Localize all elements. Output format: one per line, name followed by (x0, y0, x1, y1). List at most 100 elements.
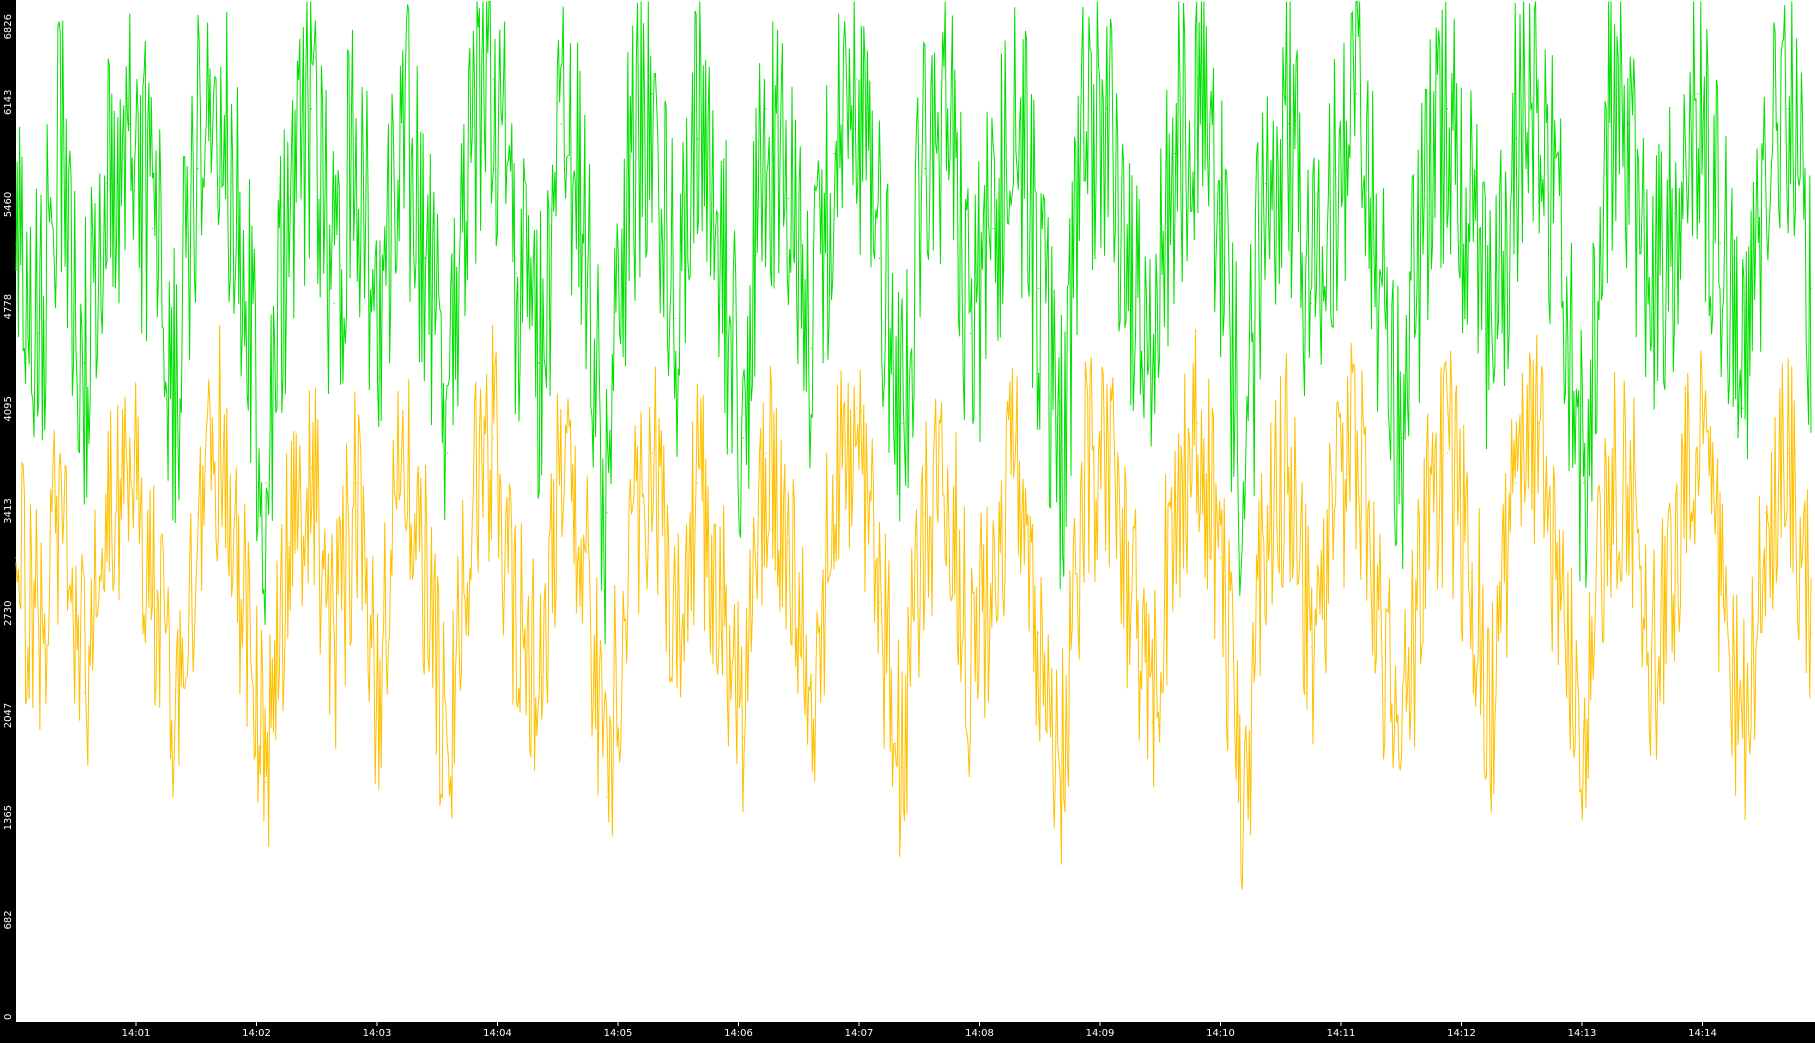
series-2-point (765, 452, 767, 454)
series-2-point (447, 751, 449, 754)
series-2-point (674, 662, 676, 664)
series-2-point (38, 632, 40, 634)
series-1-point (1287, 123, 1289, 125)
line-chart: 0 682 1365 2047 2730 3413 4095 4778 5460 6143 6826… (3, 0, 1815, 1039)
series-2-point (129, 452, 131, 454)
series-1-point (765, 108, 767, 110)
series-1-point (356, 138, 358, 140)
x-tick-label: 14:01 (122, 1028, 151, 1039)
series-2-point (1106, 452, 1108, 454)
series-2-point (1174, 497, 1176, 499)
series-1-point (1333, 168, 1335, 170)
series-2-point (1651, 662, 1653, 664)
x-tick-label: 14:04 (483, 1028, 512, 1039)
series-1-point (83, 362, 85, 364)
series-1-point (515, 272, 517, 274)
x-tick-label: 14:10 (1206, 1028, 1235, 1039)
series-1-point (1356, 93, 1358, 95)
series-1-point (378, 377, 381, 379)
series-2-point (333, 647, 335, 649)
series-2-point (1265, 527, 1267, 529)
series-2-point (651, 452, 653, 454)
series-1-point (810, 347, 812, 349)
series-1-point (1787, 108, 1789, 110)
y-tick-label: 0 (3, 1014, 14, 1020)
series-2-point (288, 542, 290, 544)
x-tick-label: 14:02 (242, 1028, 271, 1039)
series-1-point (197, 168, 199, 170)
series-1-point (401, 93, 403, 95)
series-2-point (1083, 482, 1085, 484)
series-2-point (1560, 602, 1562, 604)
series-2-point (1310, 647, 1312, 649)
series-1-point (1015, 93, 1017, 95)
series-1-point (992, 227, 994, 230)
series-2-point (197, 512, 199, 514)
series-1-point (1810, 287, 1812, 289)
y-tick-label: 2730 (3, 601, 14, 626)
series-1-point (1401, 437, 1403, 439)
series-2-point (1424, 542, 1426, 544)
series-1-point (38, 332, 40, 334)
series-2-point (401, 422, 403, 424)
series-2-point (833, 497, 835, 499)
series-1-point (1492, 362, 1494, 364)
series-1-point (560, 123, 562, 125)
series-1-point (151, 227, 153, 230)
series-2-point (515, 617, 517, 619)
series-2-point (492, 437, 494, 439)
series-1-point (1537, 78, 1539, 80)
series-1-point (1583, 482, 1585, 484)
series-1-point (583, 212, 585, 215)
x-tick-label: 14:13 (1568, 1028, 1597, 1039)
series-1-point (174, 392, 176, 394)
series-2-point (878, 602, 881, 604)
series-2-point (719, 587, 722, 589)
series-1-point (719, 242, 722, 244)
series-2-point (583, 557, 585, 559)
series-2-point (1037, 632, 1040, 634)
series-2-point (697, 482, 699, 484)
series-1-point (310, 108, 312, 110)
x-tick-label: 14:12 (1447, 1028, 1476, 1039)
series-2-point (310, 467, 312, 469)
series-1-point (1515, 138, 1517, 140)
series-2-point (174, 736, 176, 739)
series-1-point (878, 257, 881, 259)
series-2-point (1696, 437, 1698, 439)
series-1-point (947, 123, 949, 125)
x-tick-label: 14:07 (845, 1028, 874, 1039)
series-1-point (651, 93, 653, 95)
y-tick-label: 5460 (3, 192, 14, 217)
series-1-point (1424, 197, 1426, 200)
series-2-point (378, 707, 381, 709)
x-tick-label: 14:03 (363, 1028, 392, 1039)
y-tick-label: 3413 (3, 498, 14, 523)
series-2-point (606, 796, 608, 799)
x-tick-label: 14:11 (1327, 1028, 1356, 1039)
series-2-point (106, 527, 108, 529)
series-2-point (856, 407, 858, 409)
series-1-point (288, 197, 290, 200)
series-2-point (469, 497, 471, 499)
series-1-point (1560, 257, 1562, 259)
series-1-point (1083, 138, 1085, 140)
series-2-point (1446, 452, 1449, 454)
series-2-point (924, 512, 926, 514)
series-2-point (1378, 617, 1380, 619)
series-2-point (1719, 587, 1721, 589)
series-2-point (1401, 751, 1403, 754)
series-2-point (1583, 781, 1585, 784)
chart-container: 0 682 1365 2047 2730 3413 4095 4778 5460 6143 6826… (0, 0, 1815, 1039)
series-1-point (1605, 153, 1608, 155)
series-1-point (697, 138, 699, 140)
x-axis: 14:01 14:02 14:03 14:04 14:05 14:06 14:07 14:08… (122, 1022, 1717, 1039)
series-2-point (151, 587, 153, 589)
series-2-point (1333, 512, 1335, 514)
series-1-point (787, 197, 790, 200)
x-tick-label: 14:08 (965, 1028, 994, 1039)
series-1-point (606, 512, 608, 514)
series-2-point (947, 467, 949, 469)
series-2-point (1810, 632, 1812, 634)
y-tick-label: 682 (3, 910, 14, 929)
